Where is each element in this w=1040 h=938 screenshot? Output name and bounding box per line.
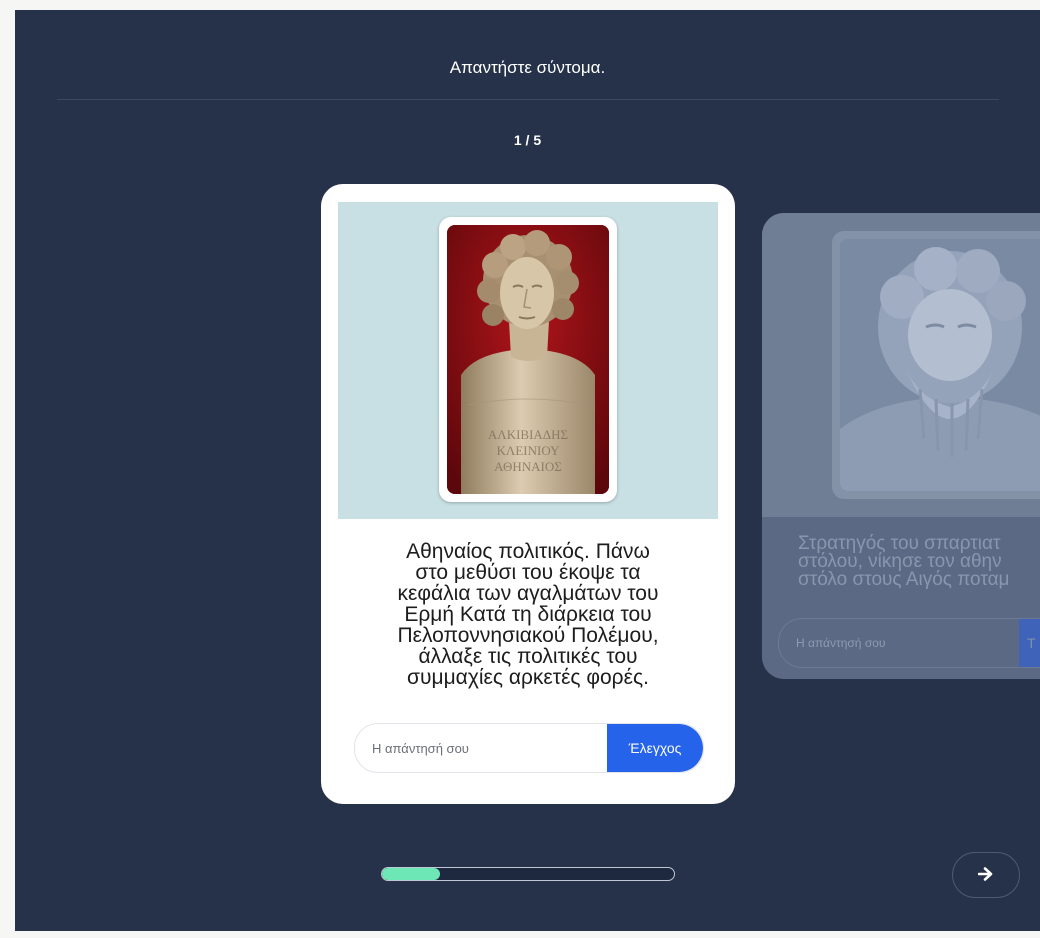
clue-line: Ερμή Κατά τη διάρκεια του (404, 603, 652, 626)
bust-inscription: ΑΛΚΙΒΙΑΔΗΣ (488, 427, 568, 442)
arrow-right-icon (977, 866, 994, 884)
answer-input[interactable] (779, 619, 1016, 667)
bust-inscription: ΚΛΕΙΝΙΟΥ (497, 443, 561, 458)
progress-fill (382, 868, 441, 880)
check-button[interactable]: Έλεγχος (607, 724, 703, 772)
question-card-next[interactable]: Στρατηγός του σπαρτιατ στόλου, νίκησε το… (762, 213, 1040, 679)
clue-text: Στρατηγός του σπαρτιατ στόλου, νίκησε το… (776, 534, 1040, 590)
clue-line: στο μεθύσι του έκοψε τα (415, 561, 641, 584)
question-card-active: ΑΛΚΙΒΙΑΔΗΣ ΚΛΕΙΝΙΟΥ ΑΘΗΝΑΙΟΣ Αθηναίος πο… (321, 184, 735, 804)
quiz-stage: Απαντήστε σύντομα. 1 / 5 ΑΛΚΙΒΙΑΔΗΣ ΚΛΕΙ… (15, 10, 1040, 931)
check-button[interactable]: Τ (1019, 619, 1040, 667)
question-counter: 1 / 5 (513, 132, 542, 148)
answer-form: Τ (778, 618, 1040, 668)
clue-line: άλλαξε τις πολιτικές του (418, 645, 638, 668)
clue-line: στόλο στους Αιγός ποταμ (798, 569, 1010, 590)
clue-line: συμμαχίες αρκετές φορές. (407, 666, 649, 689)
card-image-area (762, 213, 1040, 517)
clue-text: Αθηναίος πολιτικός. Πάνω στο μεθύσι του … (338, 541, 718, 688)
bust-inscription: ΑΘΗΝΑΙΟΣ (494, 459, 562, 474)
clue-line: Αθηναίος πολιτικός. Πάνω (406, 540, 650, 563)
image-frame: ΑΛΚΙΒΙΑΔΗΣ ΚΛΕΙΝΙΟΥ ΑΘΗΝΑΙΟΣ (439, 217, 617, 502)
progress-bar (381, 867, 675, 881)
card-image-area: ΑΛΚΙΒΙΑΔΗΣ ΚΛΕΙΝΙΟΥ ΑΘΗΝΑΙΟΣ (338, 202, 718, 519)
clue-line: Πελοποννησιακού Πολέμου, (397, 624, 659, 647)
marble-bust-photo: ΑΛΚΙΒΙΑΔΗΣ ΚΛΕΙΝΙΟΥ ΑΘΗΝΑΙΟΣ (447, 225, 609, 494)
answer-input[interactable] (355, 724, 608, 772)
clue-line: κεφάλια των αγαλμάτων του (397, 582, 659, 605)
next-button[interactable] (952, 852, 1020, 898)
bearded-bust-photo (840, 239, 1040, 491)
image-frame (832, 231, 1040, 499)
header-divider (57, 99, 999, 100)
answer-form: Έλεγχος (354, 723, 704, 773)
instruction-text: Απαντήστε σύντομα. (449, 58, 606, 77)
